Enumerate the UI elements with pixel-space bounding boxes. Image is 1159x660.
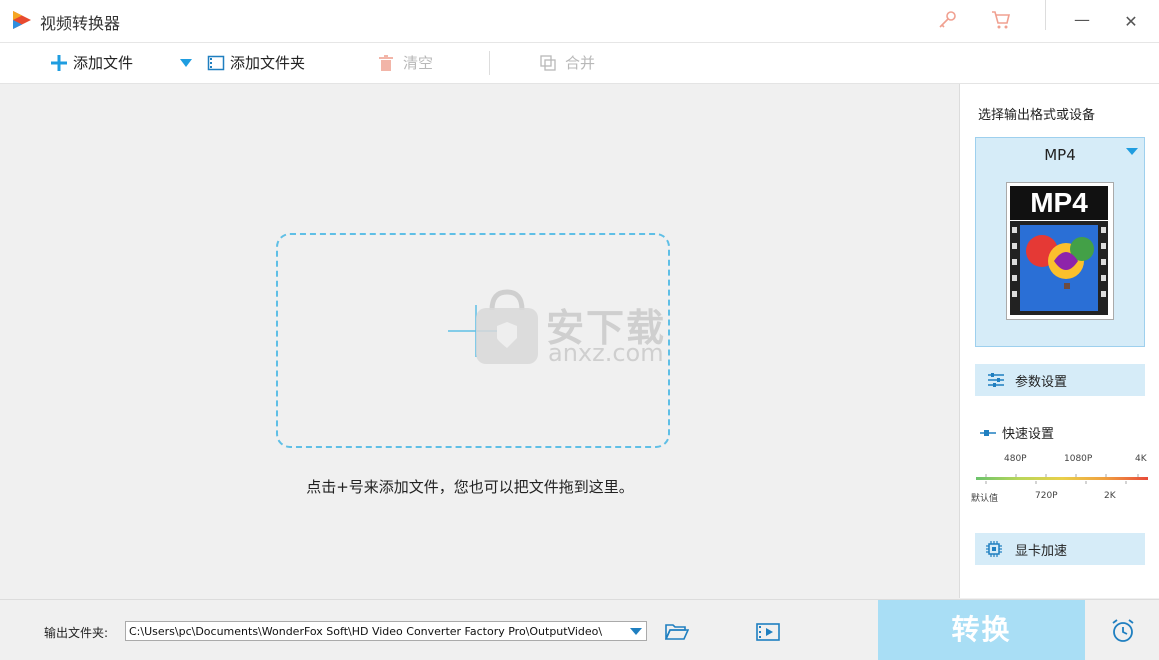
param-settings-label: 参数设置: [1015, 374, 1068, 390]
merge-icon: [540, 55, 556, 71]
file-list-area: 安下载 anxz.com 点击+号来添加文件，您也可以把文件拖到这里。: [0, 84, 958, 598]
output-settings-panel: 选择输出格式或设备 MP4 MP4 参数设置 快速设置 480P 1080P 4…: [959, 84, 1159, 598]
output-folder-label: 输出文件夹:: [44, 626, 109, 640]
dropdown-arrow-icon[interactable]: [179, 58, 193, 68]
plus-icon: [51, 55, 67, 71]
output-format-title: 选择输出格式或设备: [978, 108, 1096, 123]
merge-label: 合并: [565, 54, 596, 72]
quick-settings-label: 快速设置: [1002, 427, 1055, 442]
quality-1080p: 1080P: [1064, 454, 1093, 464]
gpu-accel-button[interactable]: 显卡加速: [975, 533, 1145, 565]
toolbar: 添加文件 添加文件夹 清空 合并: [0, 43, 1159, 84]
watermark-bag-icon: [476, 289, 538, 364]
app-title: 视频转换器: [40, 14, 121, 33]
quality-2k: 2K: [1104, 491, 1116, 501]
open-folder-icon[interactable]: [665, 622, 689, 642]
clear-button[interactable]: 清空: [378, 43, 433, 83]
title-bar: 视频转换器 — ✕: [0, 0, 1159, 43]
watermark-subtext: anxz.com: [548, 339, 664, 367]
format-selector[interactable]: MP4 MP4: [975, 137, 1145, 347]
drop-hint-text: 点击+号来添加文件，您也可以把文件拖到这里。: [306, 478, 634, 496]
cart-icon[interactable]: [990, 9, 1012, 31]
alarm-clock-icon[interactable]: [1110, 618, 1136, 644]
film-folder-icon: [207, 55, 225, 71]
quality-720p: 720P: [1035, 491, 1058, 501]
titlebar-divider: [1045, 0, 1046, 30]
convert-button[interactable]: 转换: [878, 600, 1085, 660]
merge-button[interactable]: 合并: [540, 43, 595, 83]
trash-icon: [379, 55, 393, 71]
format-name: MP4: [1044, 146, 1076, 164]
add-folder-button[interactable]: 添加文件夹: [207, 43, 305, 83]
video-folder-icon[interactable]: [756, 622, 780, 642]
close-button[interactable]: ✕: [1116, 7, 1146, 37]
format-thumbnail: MP4: [1006, 182, 1114, 320]
chip-icon: [986, 541, 1002, 557]
quick-slider-icon: [980, 429, 996, 436]
toolbar-divider: [489, 51, 490, 75]
output-folder-input[interactable]: C:\Users\pc\Documents\WonderFox Soft\HD …: [125, 621, 647, 641]
quality-default: 默认值: [971, 494, 999, 504]
clear-label: 清空: [403, 54, 434, 72]
quality-480p: 480P: [1004, 454, 1027, 464]
quality-4k: 4K: [1135, 454, 1147, 464]
quick-settings-title: 快速设置: [980, 423, 1054, 442]
quality-ticks: [985, 474, 1139, 484]
format-dropdown-icon[interactable]: [1126, 148, 1138, 156]
add-file-button[interactable]: 添加文件: [50, 43, 133, 83]
bottom-bar: 输出文件夹: C:\Users\pc\Documents\WonderFox S…: [0, 599, 1159, 660]
minimize-button[interactable]: —: [1067, 5, 1097, 35]
path-dropdown-icon[interactable]: [630, 628, 642, 636]
param-settings-button[interactable]: 参数设置: [975, 364, 1145, 396]
thumb-mp4-label: MP4: [1010, 186, 1108, 220]
add-folder-label: 添加文件夹: [230, 54, 306, 72]
sliders-icon: [988, 373, 1004, 387]
film-balloon-icon: [1010, 221, 1108, 315]
app-logo-icon: [13, 11, 31, 29]
drop-zone[interactable]: 安下载 anxz.com: [276, 233, 670, 448]
key-icon[interactable]: [936, 9, 958, 31]
add-file-label: 添加文件: [73, 54, 134, 72]
gpu-accel-label: 显卡加速: [1015, 543, 1068, 559]
